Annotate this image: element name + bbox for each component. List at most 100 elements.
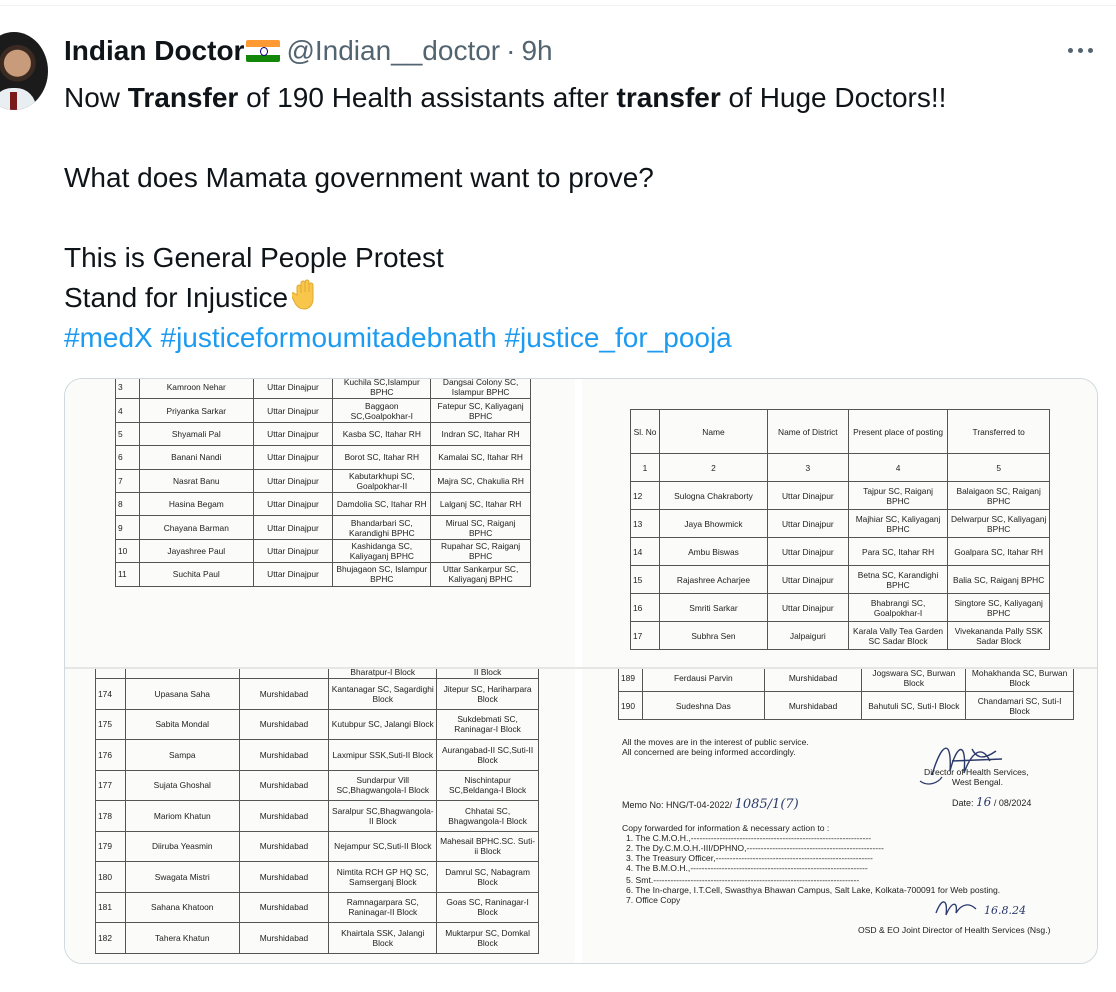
document-image-top-left[interactable]: 3 Kamroon Nehar Uttar Dinajpur Kuchila SC,I…: [65, 379, 575, 667]
table-row: 190 Sudeshna Das Murshidabad Bahutuli SC, S…: [618, 691, 1074, 720]
table-row: 177 Sujata Ghoshal Murshidabad Sundarpur Vi…: [95, 769, 539, 801]
sign-date: 16.8.24: [984, 904, 1026, 917]
tweet-text: Now Transfer of 190 Health assistants af…: [64, 78, 1094, 358]
table-header-cell: Present place of posting: [847, 409, 949, 454]
table-cell: Baggaon SC,Goalpokhar-I: [332, 398, 432, 423]
table-row: Bharatpur-I Block II Block: [95, 669, 539, 679]
table-row: 182 Tahera Khatun Murshidabad Khairtala SSK…: [95, 922, 539, 954]
table-cell: Uttar Dinajpur: [766, 481, 849, 510]
author-name[interactable]: Indian Doctor: [64, 35, 244, 67]
table-cell: Murshidabad: [238, 922, 330, 954]
avatar[interactable]: [0, 32, 48, 110]
hashtag-justiceformoumitadebnath[interactable]: #justiceformoumitadebnath: [161, 322, 497, 353]
table-header-cell: Name of District: [766, 409, 849, 454]
table-cell: Lalganj SC, Itahar RH: [430, 491, 531, 517]
table-cell: Murshidabad: [238, 891, 330, 923]
table-cell: 178: [95, 800, 126, 832]
document-image-bottom-right[interactable]: 189 Ferdausi Parvin Murshidabad Jogswara SC…: [582, 669, 1097, 963]
table-cell: Uttar Dinajpur: [766, 509, 849, 538]
table-cell: II Block: [436, 669, 539, 679]
table-cell: Priyanka Sarkar: [138, 398, 254, 423]
table-cell: Bhujagaon SC, Islampur BPHC: [332, 562, 432, 587]
table-header-cell: Name: [659, 409, 768, 454]
document-image-bottom-left[interactable]: Bharatpur-I Block II Block 174 Upasana Saha…: [65, 669, 575, 963]
table-cell: Aurangabad-II SC,Suti-II Block: [436, 739, 539, 771]
osd-title: OSD & EO Joint Director of Health Servic…: [858, 925, 1051, 935]
table-cell: 5: [115, 421, 140, 447]
table-cell: 175: [95, 708, 126, 740]
table-cell: Chhatai SC, Bhagwangola-I Block: [436, 800, 539, 832]
india-flag-icon: [246, 40, 281, 62]
transfer-table-top-left: 3 Kamroon Nehar Uttar Dinajpur Kuchila SC,I…: [115, 379, 531, 587]
table-cell: 182: [95, 922, 126, 954]
table-cell: Uttar Dinajpur: [252, 515, 334, 540]
table-cell: Bhabrangi SC, Goalpokhar-I: [847, 593, 949, 622]
table-cell: Murshidabad: [238, 800, 330, 832]
table-cell: Uttar Dinajpur: [252, 491, 334, 517]
table-cell: Murshidabad: [763, 691, 863, 720]
transfer-table-top-right: Sl. No Name Name of District Present place …: [629, 409, 1050, 650]
hashtag-justice-for-pooja[interactable]: #justice_for_pooja: [504, 322, 731, 353]
transfer-table-bottom-right: 189 Ferdausi Parvin Murshidabad Jogswara SC…: [618, 669, 1074, 720]
table-cell: 4: [847, 453, 949, 482]
table-cell: 174: [95, 678, 126, 710]
table-cell: 16: [629, 593, 661, 622]
table-cell: Jalpaiguri: [766, 621, 849, 650]
table-number-row: 12345: [629, 453, 1050, 482]
table-cell: 12: [629, 481, 661, 510]
table-row: 181 Sahana Khatoon Murshidabad Ramnagarpara…: [95, 891, 539, 923]
table-cell: Hasina Begam: [138, 491, 254, 517]
director-state: West Bengal.: [952, 777, 1003, 787]
table-row: 189 Ferdausi Parvin Murshidabad Jogswara SC…: [618, 669, 1074, 692]
table-cell: Goas SC, Raninagar-I Block: [436, 891, 539, 923]
table-cell: Goalpara SC, Itahar RH: [947, 537, 1050, 566]
table-cell: 190: [618, 691, 643, 720]
author-handle[interactable]: @Indian__doctor: [286, 35, 500, 67]
table-cell: Uttar Dinajpur: [766, 565, 849, 594]
table-cell: Kasba SC, Itahar RH: [332, 421, 432, 447]
table-cell: Banani Nandi: [138, 445, 254, 470]
timestamp[interactable]: 9h: [521, 35, 552, 67]
table-cell: Kamalai SC, Itahar RH: [430, 445, 531, 470]
table-cell: Uttar Dinajpur: [252, 562, 334, 587]
table-cell: 4: [115, 398, 140, 423]
document-image-top-right[interactable]: Sl. No Name Name of District Present place …: [582, 379, 1097, 667]
tweet-line-3: This is General People Protest: [64, 242, 444, 273]
table-cell: Nejampur SC,Suti-II Block: [328, 830, 438, 862]
table-cell: Jaya Bhowmick: [659, 509, 768, 538]
memo-number: Memo No: HNG/T-04-2022/ 1085/1(7): [622, 797, 799, 812]
table-cell: Tahera Khatun: [124, 922, 240, 954]
tweet-header: Indian Doctor @Indian__doctor · 9h: [64, 33, 553, 69]
table-cell: Balaigaon SC, Raiganj BPHC: [947, 481, 1050, 510]
table-cell: 15: [629, 565, 661, 594]
more-horizontal-icon[interactable]: [1062, 40, 1098, 60]
table-cell: 1: [629, 453, 661, 482]
table-cell: Murshidabad: [238, 739, 330, 771]
table-cell: Mirual SC, Raiganj BPHC: [430, 515, 531, 540]
raised-hand-icon: [292, 279, 314, 310]
table-cell: Uttar Sankarpur SC, Kaliyaganj BPHC: [430, 562, 531, 587]
table-row: 6 Banani Nandi Uttar Dinajpur Borot SC, Ita…: [115, 445, 531, 470]
table-cell: Delwarpur SC, Kaliyaganj BPHC: [947, 509, 1050, 538]
table-cell: Uttar Dinajpur: [252, 379, 334, 400]
signature-osd: [935, 901, 977, 916]
table-cell: Mahesail BPHC.SC. Suti-ii Block: [436, 830, 539, 862]
hashtag-medx[interactable]: #medX: [64, 322, 153, 353]
table-cell: Chayana Barman: [138, 515, 254, 540]
table-header-cell: Transferred to: [947, 409, 1050, 454]
table-cell: Sukdebmati SC, Raninagar-I Block: [436, 708, 539, 740]
table-cell: Damdolia SC, Itahar RH: [332, 491, 432, 517]
table-cell: Saralpur SC,Bhagwangola-II Block: [328, 800, 438, 832]
table-cell: Smriti Sarkar: [659, 593, 768, 622]
table-cell: [124, 669, 240, 679]
table-row: 175 Sabita Mondal Murshidabad Kutubpur SC, …: [95, 708, 539, 740]
table-cell: 180: [95, 861, 126, 893]
table-row: 10 Jayashree Paul Uttar Dinajpur Kashidanga…: [115, 538, 531, 564]
table-cell: Kuchila SC,Islampur BPHC: [332, 379, 432, 400]
table-cell: Sabita Mondal: [124, 708, 240, 740]
table-cell: Shyamali Pal: [138, 421, 254, 447]
table-cell: Jogswara SC, Burwan Block: [861, 669, 967, 692]
media-grid[interactable]: 3 Kamroon Nehar Uttar Dinajpur Kuchila SC,I…: [64, 378, 1098, 964]
table-cell: Ferdausi Parvin: [641, 669, 765, 692]
table-cell: Kutubpur SC, Jalangi Block: [328, 708, 438, 740]
